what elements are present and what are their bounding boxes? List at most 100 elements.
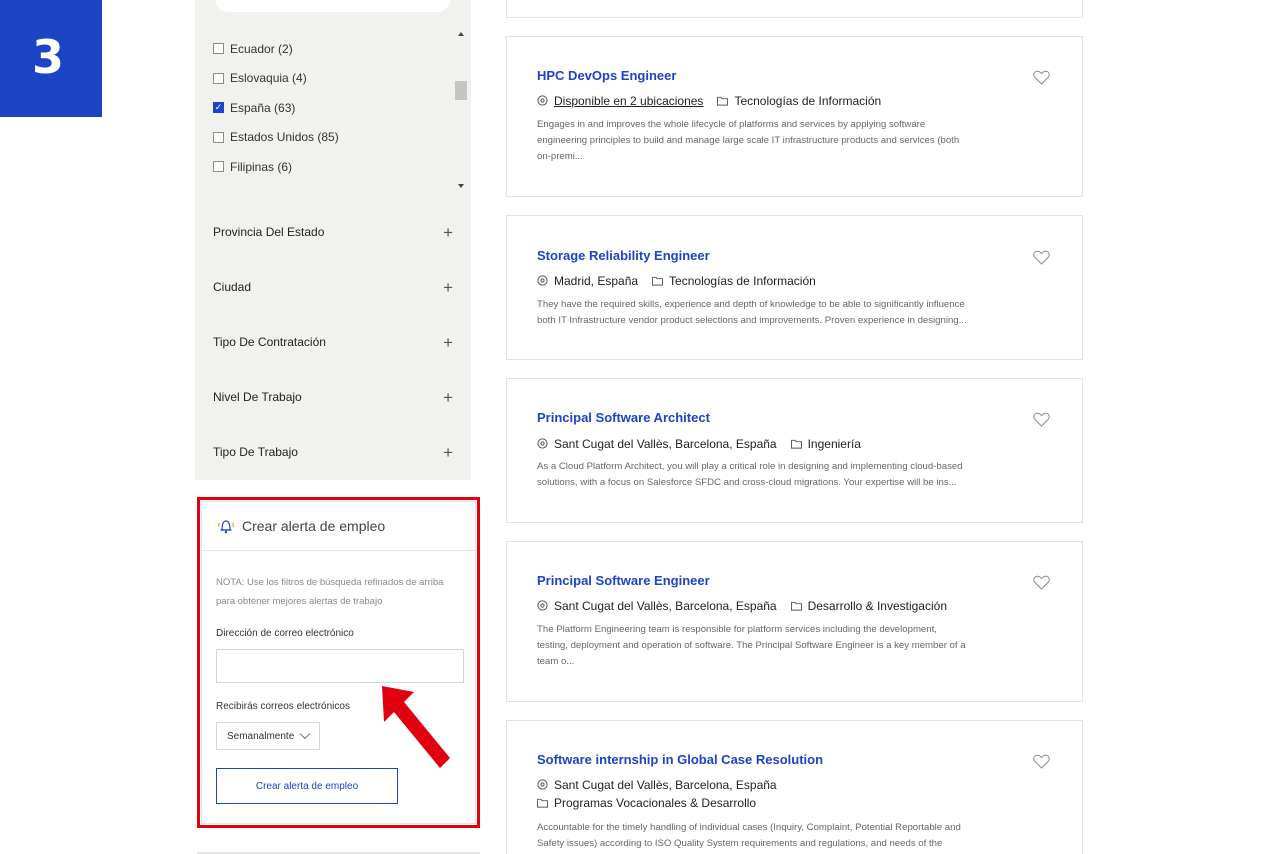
job-description: Engages in and improves the whole lifecy… <box>537 117 1023 165</box>
heart-save-icon[interactable] <box>1033 250 1050 265</box>
job-meta: Sant Cugat del Vallès, Barcelona, España… <box>537 437 875 451</box>
country-filter-list[interactable]: Ecuador (2) Eslovaquia (4) ✓ España (63)… <box>213 34 453 194</box>
checkbox-icon[interactable] <box>213 43 224 55</box>
expand-plus-icon[interactable]: + <box>443 389 453 406</box>
scroll-down-arrow-icon[interactable] <box>458 184 464 188</box>
desc-line: Safety issues) according to ISO Quality … <box>537 838 943 849</box>
sidebar-search-field[interactable] <box>215 0 451 12</box>
job-category: Ingeniería <box>807 437 861 451</box>
location-pin-icon <box>537 600 548 611</box>
desc-line: solutions, with a focus on Salesforce SF… <box>537 477 957 488</box>
country-option-eslovaquia[interactable]: Eslovaquia (4) <box>213 64 453 94</box>
frequency-select[interactable]: Semanalmente <box>216 722 320 750</box>
scroll-up-arrow-icon[interactable] <box>458 32 464 36</box>
country-option-filipinas[interactable]: Filipinas (6) <box>213 152 453 182</box>
job-title-link[interactable]: Storage Reliability Engineer <box>537 248 710 263</box>
desc-line: engineering principles to build and mana… <box>537 135 960 146</box>
filter-label: Nivel De Trabajo <box>213 390 302 404</box>
bell-alert-icon <box>218 520 234 534</box>
heart-save-icon[interactable] <box>1033 754 1050 769</box>
country-option-label: Ecuador (2) <box>230 41 293 56</box>
filter-label: Tipo De Contratación <box>213 335 326 349</box>
checkbox-icon[interactable] <box>213 72 224 84</box>
frequency-selected-value: Semanalmente <box>227 730 295 742</box>
job-description: As a Cloud Platform Architect, you will … <box>537 459 1023 491</box>
email-field[interactable] <box>216 649 464 683</box>
expand-plus-icon[interactable]: + <box>443 224 453 241</box>
country-option-estados-unidos[interactable]: Estados Unidos (85) <box>213 123 453 153</box>
country-option-espana[interactable]: ✓ España (63) <box>213 93 453 123</box>
job-meta: Madrid, España Tecnologías de Informació… <box>537 274 830 288</box>
job-title-link[interactable]: Software internship in Global Case Resol… <box>537 752 823 767</box>
country-option-label: Eslovaquia (4) <box>230 71 307 86</box>
checkbox-icon[interactable] <box>213 131 224 143</box>
location-pin-icon <box>537 275 548 286</box>
job-title-link[interactable]: Principal Software Architect <box>537 410 710 425</box>
folder-icon <box>652 276 664 286</box>
job-meta: Sant Cugat del Vallès, Barcelona, España… <box>537 599 961 613</box>
job-category: Programas Vocacionales & Desarrollo <box>554 796 757 810</box>
desc-line: Accountable for the timely handling of i… <box>537 822 961 833</box>
expand-plus-icon[interactable]: + <box>443 279 453 296</box>
desc-line: testing, deployment and operation of sof… <box>537 640 966 651</box>
desc-line: on-premi... <box>537 151 583 162</box>
job-card[interactable]: Storage Reliability Engineer Madrid, Esp… <box>506 215 1083 360</box>
job-location: Sant Cugat del Vallès, Barcelona, España <box>554 437 777 451</box>
filter-provincia[interactable]: Provincia Del Estado + <box>213 222 453 242</box>
heart-save-icon[interactable] <box>1033 70 1050 85</box>
job-card[interactable]: Software internship in Global Case Resol… <box>506 720 1083 854</box>
filter-tipo-contratacion[interactable]: Tipo De Contratación + <box>213 332 453 352</box>
filter-sidebar: Ecuador (2) Eslovaquia (4) ✓ España (63)… <box>195 0 471 480</box>
filter-nivel-trabajo[interactable]: Nivel De Trabajo + <box>213 387 453 407</box>
filter-label: Provincia Del Estado <box>213 225 325 239</box>
job-alert-title: Crear alerta de empleo <box>242 518 386 534</box>
expand-plus-icon[interactable]: + <box>443 444 453 461</box>
desc-line: both IT Infrastructure vendor product se… <box>537 315 967 326</box>
heart-save-icon[interactable] <box>1033 575 1050 590</box>
job-location-link[interactable]: Disponible en 2 ubicaciones <box>554 94 703 108</box>
filter-label: Tipo De Trabajo <box>213 445 298 459</box>
job-location: Madrid, España <box>554 274 639 288</box>
country-option-ecuador[interactable]: Ecuador (2) <box>213 34 453 64</box>
email-field-label: Dirección de correo electrónico <box>216 628 354 639</box>
country-option-label: Filipinas (6) <box>230 159 293 174</box>
job-location: Sant Cugat del Vallès, Barcelona, España <box>554 778 777 792</box>
job-card-previous[interactable] <box>506 0 1083 18</box>
desc-line: The Platform Engineering team is respons… <box>537 624 937 635</box>
job-title-link[interactable]: HPC DevOps Engineer <box>537 68 676 83</box>
frequency-label: Recibirás correos electrónicos <box>216 701 350 712</box>
filter-ciudad[interactable]: Ciudad + <box>213 277 453 297</box>
note-line: para obtener mejores alertas de trabajo <box>216 596 383 607</box>
job-card[interactable]: Principal Software Engineer Sant Cugat d… <box>506 541 1083 702</box>
job-category-row: Programas Vocacionales & Desarrollo <box>537 796 770 810</box>
folder-icon <box>537 798 548 808</box>
job-alert-header: Crear alerta de empleo <box>202 502 475 551</box>
job-description: The Platform Engineering team is respons… <box>537 622 1023 670</box>
job-location-row: Sant Cugat del Vallès, Barcelona, España <box>537 778 791 792</box>
expand-plus-icon[interactable]: + <box>443 334 453 351</box>
job-alert-note: NOTA: Use los filtros de búsqueda refina… <box>216 573 466 611</box>
step-number-badge: 3 <box>0 0 102 117</box>
desc-line: team o... <box>537 656 575 667</box>
location-pin-icon <box>537 95 548 106</box>
job-location: Sant Cugat del Vallès, Barcelona, España <box>554 599 777 613</box>
folder-icon <box>790 601 802 611</box>
job-card[interactable]: HPC DevOps Engineer Disponible en 2 ubic… <box>506 36 1083 197</box>
filter-tipo-trabajo[interactable]: Tipo De Trabajo + <box>213 442 453 462</box>
country-list-scrollbar[interactable] <box>454 32 468 188</box>
heart-save-icon[interactable] <box>1033 412 1050 427</box>
job-title-link[interactable]: Principal Software Engineer <box>537 573 710 588</box>
job-category: Tecnologías de Información <box>734 94 882 108</box>
job-card[interactable]: Principal Software Architect Sant Cugat … <box>506 378 1083 523</box>
country-option-label: España (63) <box>230 100 296 115</box>
red-arrow-pointer-icon <box>382 686 450 768</box>
scrollbar-thumb[interactable] <box>455 81 467 100</box>
job-category: Desarrollo & Investigación <box>807 599 947 613</box>
checkbox-icon[interactable] <box>213 161 224 173</box>
create-job-alert-button[interactable]: Crear alerta de empleo <box>216 768 398 804</box>
checkbox-checked-icon[interactable]: ✓ <box>213 102 224 114</box>
note-line: NOTA: Use los filtros de búsqueda refina… <box>216 577 444 588</box>
job-description: Accountable for the timely handling of i… <box>537 820 1023 852</box>
folder-icon <box>790 439 802 449</box>
desc-line: They have the required skills, experienc… <box>537 299 965 310</box>
